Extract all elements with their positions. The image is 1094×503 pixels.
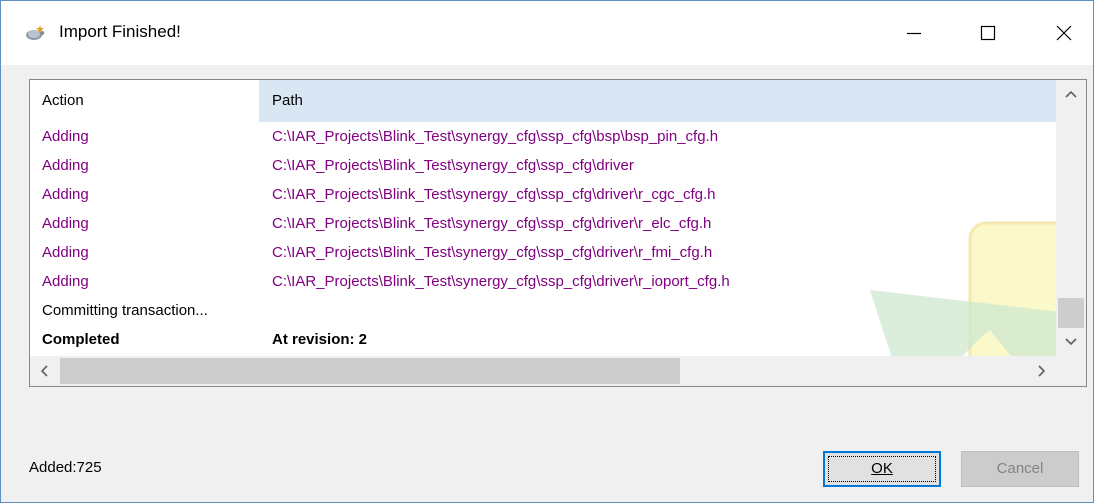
row-path: C:\IAR_Projects\Blink_Test\synergy_cfg\s… xyxy=(272,157,634,174)
horizontal-scrollbar[interactable] xyxy=(30,356,1086,386)
row-path: C:\IAR_Projects\Blink_Test\synergy_cfg\s… xyxy=(272,128,719,145)
ok-button[interactable]: OK xyxy=(823,451,941,487)
vertical-scroll-thumb[interactable] xyxy=(1058,298,1084,328)
close-icon xyxy=(1056,25,1072,41)
row-action: Adding xyxy=(42,273,89,290)
row-path: C:\IAR_Projects\Blink_Test\synergy_cfg\s… xyxy=(272,273,730,290)
column-header-path[interactable]: Path xyxy=(259,80,1056,122)
row-path: C:\IAR_Projects\Blink_Test\synergy_cfg\s… xyxy=(272,186,716,203)
list-item[interactable]: Adding C:\IAR_Projects\Blink_Test\synerg… xyxy=(30,180,1056,209)
chevron-right-icon xyxy=(1038,365,1046,377)
scroll-up-button[interactable] xyxy=(1056,80,1086,110)
maximize-icon xyxy=(980,25,996,41)
scroll-down-button[interactable] xyxy=(1056,326,1086,356)
import-results-list[interactable]: Action Path Adding C:\IAR_Projects\Blink… xyxy=(29,79,1087,387)
close-button[interactable] xyxy=(1041,13,1087,53)
row-action: Adding xyxy=(42,157,89,174)
column-header-action[interactable]: Action xyxy=(30,80,259,122)
minimize-button[interactable] xyxy=(891,13,937,53)
window-title: Import Finished! xyxy=(59,22,181,41)
list-item[interactable]: Adding C:\IAR_Projects\Blink_Test\synerg… xyxy=(30,122,1056,151)
scroll-right-button[interactable] xyxy=(1026,356,1056,386)
row-action: Adding xyxy=(42,215,89,232)
row-path: C:\IAR_Projects\Blink_Test\synergy_cfg\s… xyxy=(272,244,713,261)
list-item[interactable]: Adding C:\IAR_Projects\Blink_Test\synerg… xyxy=(30,209,1056,238)
list-item[interactable]: Adding C:\IAR_Projects\Blink_Test\synerg… xyxy=(30,267,1056,296)
maximize-button[interactable] xyxy=(965,13,1011,53)
list-item[interactable]: Completed At revision: 2 xyxy=(30,325,1056,354)
scroll-left-button[interactable] xyxy=(30,356,60,386)
row-path: At revision: 2 xyxy=(272,331,368,348)
focus-rectangle xyxy=(828,456,936,482)
row-action: Adding xyxy=(42,244,89,261)
row-action: Completed xyxy=(42,331,120,348)
row-path: C:\IAR_Projects\Blink_Test\synergy_cfg\s… xyxy=(272,215,712,232)
import-finished-dialog: Import Finished! Action Path Adding C:\I… xyxy=(0,0,1094,503)
row-action: Committing transaction... xyxy=(42,302,208,319)
chevron-down-icon xyxy=(1065,338,1077,346)
list-item[interactable]: Adding C:\IAR_Projects\Blink_Test\synerg… xyxy=(30,238,1056,267)
row-action: Adding xyxy=(42,128,89,145)
minimize-icon xyxy=(907,32,921,35)
horizontal-scroll-thumb[interactable] xyxy=(60,358,680,384)
vertical-scrollbar[interactable] xyxy=(1056,80,1086,356)
list-item[interactable]: Adding C:\IAR_Projects\Blink_Test\synerg… xyxy=(30,151,1056,180)
tortoise-svn-icon xyxy=(25,23,45,43)
list-item[interactable]: Committing transaction... xyxy=(30,296,1056,325)
row-action: Adding xyxy=(42,186,89,203)
title-bar[interactable]: Import Finished! xyxy=(1,1,1093,65)
added-count-status: Added:725 xyxy=(29,459,102,476)
chevron-up-icon xyxy=(1065,90,1077,98)
cancel-button[interactable]: Cancel xyxy=(961,451,1079,487)
chevron-left-icon xyxy=(40,365,48,377)
